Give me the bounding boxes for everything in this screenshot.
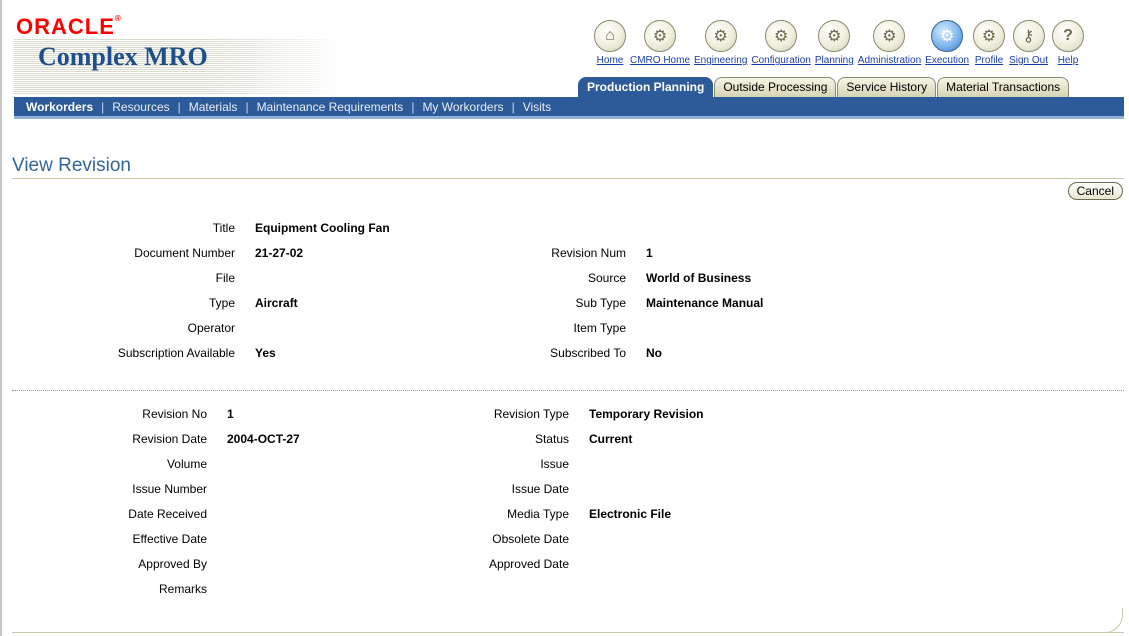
revision-date-label: Revision Date — [132, 432, 207, 446]
sign-out-icon: ⚷ — [1012, 20, 1045, 52]
revision-no-label: Revision No — [142, 407, 207, 421]
administration-button[interactable]: ⚙ Administration — [858, 20, 921, 66]
remarks-label: Remarks — [158, 582, 207, 596]
subtab-maintenance-requirements[interactable]: Maintenance Requirements — [257, 100, 404, 114]
revision-no-value: 1 — [227, 407, 234, 421]
tab-bar: Production Planning Outside Processing S… — [578, 77, 1070, 97]
tab-material-transactions[interactable]: Material Transactions — [937, 77, 1070, 97]
profile-icon: ⚙ — [973, 20, 1006, 52]
tab-outside-processing[interactable]: Outside Processing — [714, 77, 837, 97]
operator-label: Operator — [187, 321, 235, 335]
status-value: Current — [589, 432, 633, 446]
footer-corner — [1103, 608, 1123, 633]
subtab-bar: Workorders | Resources | Materials | Mai… — [14, 97, 1124, 119]
subtab-visits[interactable]: Visits — [523, 100, 551, 114]
subtab-separator: | — [101, 99, 105, 114]
sign-out-button[interactable]: ⚷ Sign Out — [1009, 20, 1048, 66]
product-name: Complex MRO — [38, 42, 208, 71]
configuration-button[interactable]: ⚙ Configuration — [751, 20, 811, 66]
title-divider — [12, 178, 1124, 179]
document-number-value: 21-27-02 — [255, 246, 304, 260]
document-number-label: Document Number — [134, 246, 235, 260]
revision-date-value: 2004-OCT-27 — [227, 432, 300, 446]
title-label: Title — [212, 221, 235, 235]
subtab-separator: | — [177, 99, 181, 114]
revision-num-value: 1 — [646, 246, 653, 260]
media-type-value: Electronic File — [589, 507, 672, 521]
global-buttons: ⌂ Home ⚙ CMRO Home ⚙ Engineering ⚙ Configura… — [594, 20, 1088, 66]
section-divider — [12, 390, 1124, 391]
execution-icon: ⚙ — [931, 20, 964, 52]
cmro-home-icon: ⚙ — [644, 20, 676, 52]
page-title: View Revision — [12, 155, 131, 176]
type-label: Type — [208, 296, 235, 310]
source-value: World of Business — [646, 271, 752, 285]
help-icon: ? — [1052, 20, 1084, 52]
subtab-resources[interactable]: Resources — [112, 100, 169, 114]
configuration-icon: ⚙ — [765, 20, 798, 52]
status-label: Status — [534, 432, 569, 446]
approved-date-label: Approved Date — [488, 557, 569, 571]
volume-label: Volume — [166, 457, 207, 471]
subscribed-to-label: Subscribed To — [550, 346, 626, 360]
cancel-button[interactable]: Cancel — [1067, 182, 1123, 200]
issue-number-label: Issue Number — [132, 482, 207, 496]
subscription-available-label: Subscription Available — [117, 346, 235, 360]
window-left-border — [0, 0, 2, 636]
type-value: Aircraft — [255, 296, 298, 310]
cmro-home-button[interactable]: ⚙ CMRO Home — [630, 20, 690, 66]
revision-type-label: Revision Type — [493, 407, 569, 421]
subtab-separator: | — [411, 99, 415, 114]
subscription-available-value: Yes — [255, 346, 276, 360]
subtab-separator: | — [511, 99, 515, 114]
subtab-my-workorders[interactable]: My Workorders — [422, 100, 503, 114]
sub-type-label: Sub Type — [575, 296, 626, 310]
media-type-label: Media Type — [507, 507, 569, 521]
tab-production-planning[interactable]: Production Planning — [578, 77, 714, 97]
planning-button[interactable]: ⚙ Planning — [815, 20, 854, 66]
engineering-icon: ⚙ — [704, 20, 737, 52]
revision-type-value: Temporary Revision — [589, 407, 704, 421]
source-label: Source — [587, 271, 626, 285]
execution-button[interactable]: ⚙ Execution — [925, 20, 969, 66]
revision-num-label: Revision Num — [551, 246, 626, 260]
subtab-separator: | — [245, 99, 249, 114]
sub-type-value: Maintenance Manual — [646, 296, 764, 310]
tab-service-history[interactable]: Service History — [837, 77, 937, 97]
issue-date-label: Issue Date — [511, 482, 569, 496]
administration-icon: ⚙ — [873, 20, 906, 52]
footer-divider — [12, 632, 1124, 633]
approved-by-label: Approved By — [138, 557, 207, 571]
title-value: Equipment Cooling Fan — [255, 221, 390, 235]
home-button[interactable]: ⌂ Home — [594, 20, 626, 66]
subtab-workorders[interactable]: Workorders — [26, 100, 93, 114]
profile-button[interactable]: ⚙ Profile — [973, 20, 1006, 66]
home-icon: ⌂ — [594, 20, 626, 52]
issue-label: Issue — [540, 457, 569, 471]
date-received-label: Date Received — [128, 507, 207, 521]
planning-icon: ⚙ — [818, 20, 851, 52]
help-button[interactable]: ? Help — [1052, 20, 1084, 66]
item-type-label: Item Type — [573, 321, 626, 335]
subtab-materials[interactable]: Materials — [189, 100, 238, 114]
obsolete-date-label: Obsolete Date — [492, 532, 569, 546]
effective-date-label: Effective Date — [132, 532, 207, 546]
oracle-logo: ORACLE® — [16, 14, 122, 39]
subscribed-to-value: No — [646, 346, 662, 360]
file-label: File — [215, 271, 235, 285]
engineering-button[interactable]: ⚙ Engineering — [694, 20, 747, 66]
